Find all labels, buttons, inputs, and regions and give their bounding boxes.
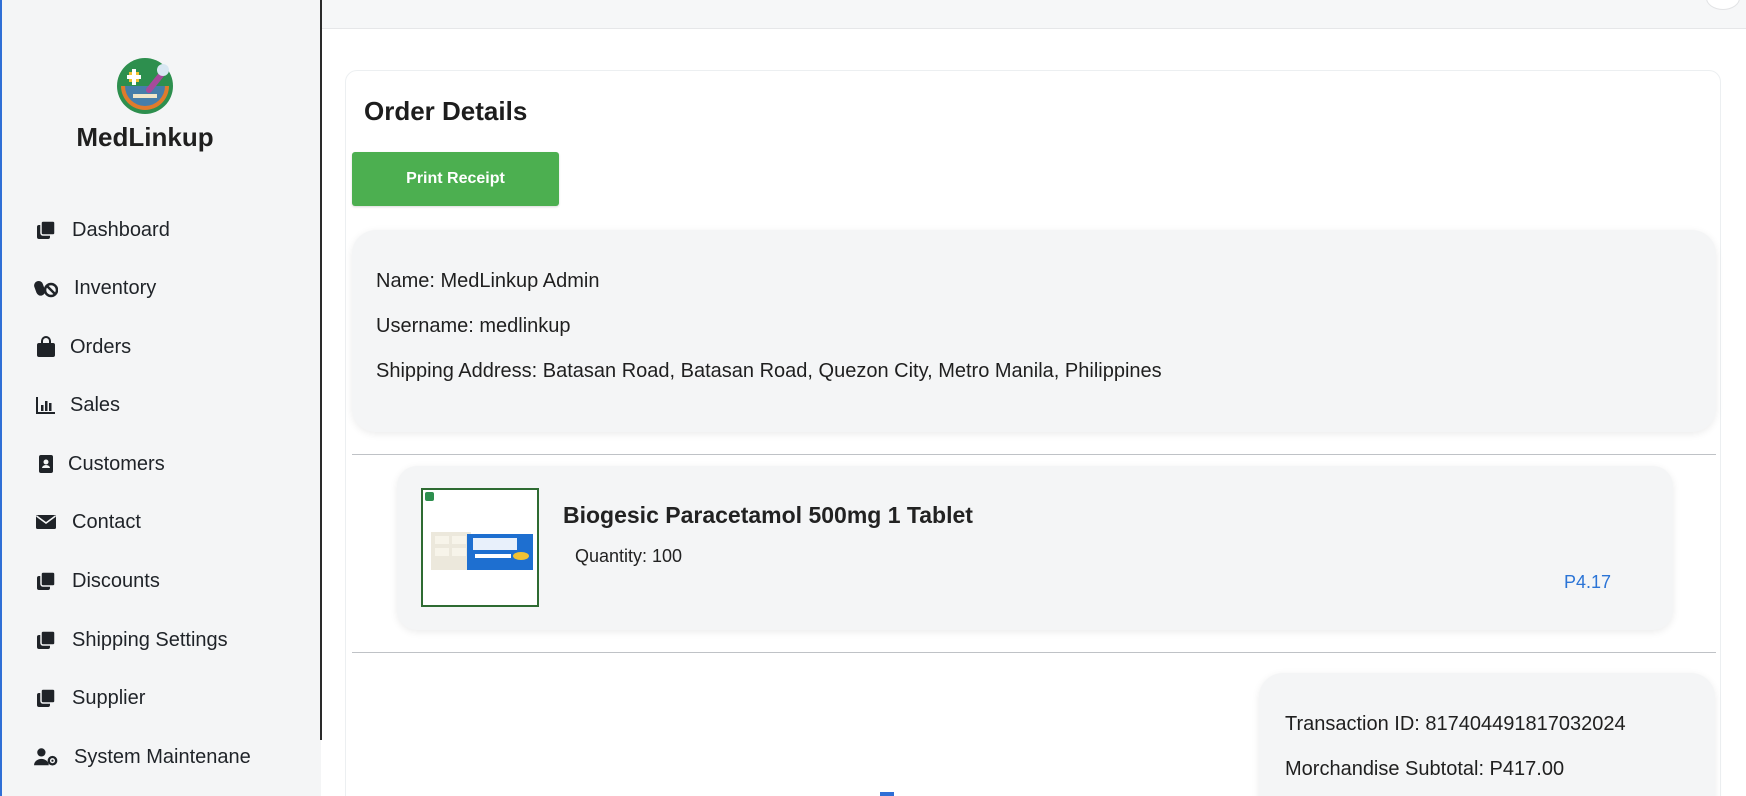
order-item-card: Biogesic Paracetamol 500mg 1 Tablet Quan… bbox=[397, 466, 1673, 630]
customer-info-card: Name: MedLinkup Admin Username: medlinku… bbox=[352, 230, 1716, 432]
sidebar-item-system-maintenance[interactable]: System Maintenane bbox=[34, 739, 251, 775]
medlinkup-logo-icon bbox=[115, 56, 175, 116]
brand: MedLinkup bbox=[2, 56, 288, 153]
product-quantity: Quantity: 100 bbox=[575, 546, 683, 566]
product-image bbox=[421, 488, 539, 607]
divider bbox=[352, 652, 1716, 653]
sidebar-item-label: Shipping Settings bbox=[72, 628, 228, 651]
sidebar-item-label: Orders bbox=[70, 335, 132, 358]
sidebar-item-label: Customers bbox=[68, 452, 165, 475]
sidebar-item-contact[interactable]: Contact bbox=[34, 504, 141, 540]
stack-icon bbox=[34, 686, 58, 710]
sidebar-item-customers[interactable]: Customers bbox=[34, 446, 165, 482]
address-book-icon bbox=[34, 452, 58, 476]
stack-icon bbox=[34, 569, 58, 593]
sidebar-item-label: Dashboard bbox=[72, 218, 170, 241]
stack-icon bbox=[34, 628, 58, 652]
envelope-icon bbox=[34, 510, 58, 534]
page-title: Order Details bbox=[364, 96, 528, 126]
user-gear-icon bbox=[34, 745, 58, 769]
print-receipt-button[interactable]: Print Receipt bbox=[352, 152, 559, 206]
sidebar-item-label: Discounts bbox=[72, 569, 160, 592]
customer-name: Name: MedLinkup Admin bbox=[376, 270, 600, 292]
sidebar-item-discounts[interactable]: Discounts bbox=[34, 563, 160, 599]
sidebar: MedLinkup Dashboard Inventory Orders Sal… bbox=[2, 0, 321, 796]
bar-chart-icon bbox=[34, 393, 58, 417]
customer-username: Username: medlinkup bbox=[376, 315, 571, 337]
sidebar-item-label: Contact bbox=[72, 510, 141, 533]
pills-icon bbox=[34, 276, 58, 300]
avatar[interactable] bbox=[1706, 0, 1740, 10]
product-name: Biogesic Paracetamol 500mg 1 Tablet bbox=[563, 502, 973, 528]
transaction-id: Transaction ID: 817404491817032024 bbox=[1285, 713, 1626, 735]
merchandise-subtotal: Morchandise Subtotal: P417.00 bbox=[1285, 758, 1565, 780]
sidebar-item-orders[interactable]: Orders bbox=[34, 329, 131, 365]
sidebar-item-dashboard[interactable]: Dashboard bbox=[34, 212, 170, 248]
order-summary-card: Transaction ID: 817404491817032024 Morch… bbox=[1259, 673, 1715, 796]
sidebar-item-sales[interactable]: Sales bbox=[34, 387, 120, 423]
dashboard-icon bbox=[34, 218, 58, 242]
sidebar-item-label: Sales bbox=[70, 393, 121, 416]
sidebar-item-shipping-settings[interactable]: Shipping Settings bbox=[34, 622, 228, 658]
sidebar-item-inventory[interactable]: Inventory bbox=[34, 270, 156, 306]
shopping-bag-icon bbox=[34, 335, 58, 359]
sidebar-item-label: System Maintenane bbox=[74, 745, 251, 768]
sidebar-item-label: Inventory bbox=[74, 276, 157, 299]
shipping-address: Shipping Address: Batasan Road, Batasan … bbox=[376, 360, 1162, 382]
brand-name: MedLinkup bbox=[76, 122, 214, 152]
scroll-indicator bbox=[880, 792, 894, 796]
sidebar-divider bbox=[320, 0, 322, 740]
divider bbox=[352, 454, 1716, 455]
topbar bbox=[322, 0, 1746, 29]
product-price: P4.17 bbox=[1563, 572, 1611, 592]
sidebar-item-supplier[interactable]: Supplier bbox=[34, 680, 145, 716]
sidebar-item-label: Supplier bbox=[72, 686, 146, 709]
